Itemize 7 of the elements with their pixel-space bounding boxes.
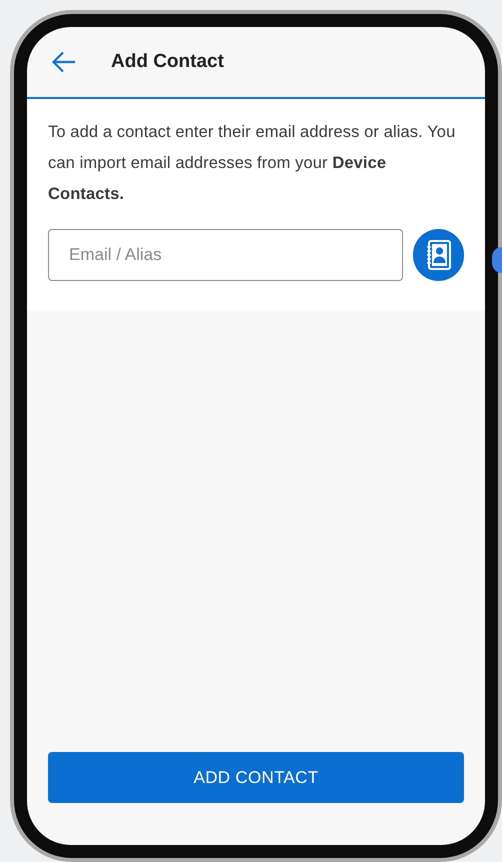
back-icon[interactable]	[51, 49, 77, 75]
screen-title: Add Contact	[111, 50, 224, 74]
intro-text: To add a contact enter their email address or alias. You can import email addresses from your Device Contacts.	[48, 122, 456, 205]
add-contact-button[interactable]: ADD CONTACT	[48, 752, 464, 803]
contacts-book-icon	[426, 240, 452, 270]
email-field[interactable]: Email / Alias	[48, 229, 404, 281]
contacts-book-button[interactable]	[413, 229, 464, 281]
